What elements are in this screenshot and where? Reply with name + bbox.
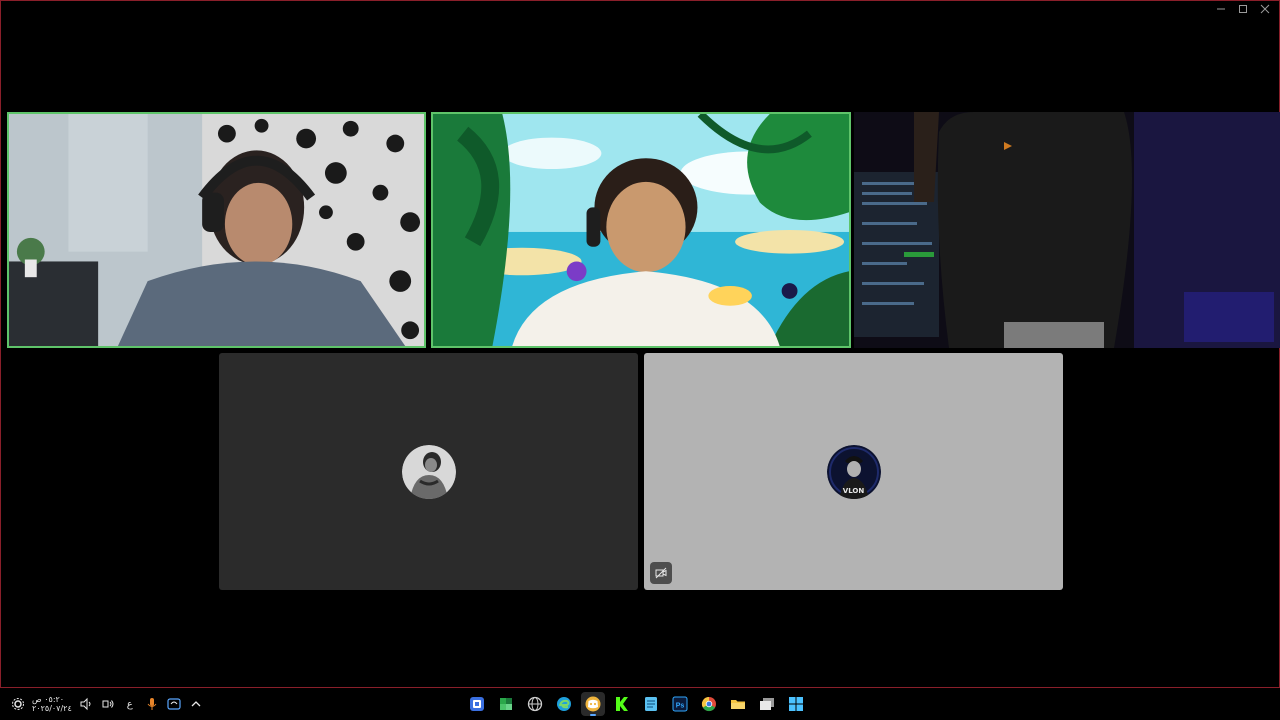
speaker-icon	[80, 697, 91, 711]
notepad-icon	[645, 697, 657, 711]
maximize-icon	[1239, 5, 1247, 13]
avatar-caption: VLON	[842, 486, 865, 495]
participant-avatar	[401, 444, 456, 499]
snip-icon	[500, 698, 512, 710]
camera-off-button[interactable]	[650, 562, 672, 584]
windows-start-icon	[789, 697, 803, 711]
kick-icon	[616, 697, 628, 711]
chevron-up-icon	[191, 701, 201, 707]
participant-video	[9, 114, 424, 346]
minimize-button[interactable]	[1213, 3, 1229, 15]
participant-video-tile[interactable]	[431, 112, 851, 348]
camera-off-icon	[655, 567, 667, 579]
globe-icon	[527, 696, 543, 712]
participant-video-tile[interactable]	[7, 112, 426, 348]
store-icon	[470, 697, 484, 711]
taskbar-apps: Ps	[465, 692, 808, 716]
participant-video-tile[interactable]	[854, 112, 1280, 348]
taskbar-app-store[interactable]	[465, 692, 489, 716]
sync-button[interactable]	[166, 696, 182, 712]
sync-icon	[167, 698, 181, 710]
minimize-icon	[1217, 8, 1225, 10]
microphone-icon	[147, 698, 157, 710]
taskbar-app-snip[interactable]	[494, 692, 518, 716]
taskbar-app-photoshop[interactable]: Ps	[668, 692, 692, 716]
taskbar-app-window[interactable]	[755, 692, 779, 716]
call-window: VLON	[0, 0, 1280, 688]
participant-avatar-tile[interactable]	[219, 353, 638, 590]
close-icon	[1260, 4, 1270, 14]
participant-avatar: VLON	[826, 444, 881, 499]
participant-video	[433, 114, 849, 346]
chrome-icon	[701, 696, 716, 712]
participant-avatar-tile[interactable]: VLON	[644, 353, 1063, 590]
taskbar-app-edge[interactable]	[552, 692, 576, 716]
edge-icon	[557, 697, 571, 711]
taskbar: ٠٥:٢٠ ص ٢٠٢٥/٠٧/٢٤ ع Ps	[0, 688, 1280, 720]
taskbar-app-notepad[interactable]	[639, 692, 663, 716]
taskbar-app-kick[interactable]	[610, 692, 634, 716]
close-button[interactable]	[1257, 3, 1273, 15]
svg-text:Ps: Ps	[676, 703, 685, 710]
discord-icon	[585, 696, 601, 712]
maximize-button[interactable]	[1235, 3, 1251, 15]
taskbar-app-globe[interactable]	[523, 692, 547, 716]
show-hidden-icons-button[interactable]	[188, 696, 204, 712]
photoshop-icon: Ps	[672, 696, 688, 712]
microphone-button[interactable]	[144, 696, 160, 712]
language-indicator[interactable]: ع	[122, 699, 138, 710]
taskbar-app-explorer[interactable]	[726, 692, 750, 716]
window-icon	[760, 698, 774, 710]
clock-date: ٢٠٢٥/٠٧/٢٤	[32, 704, 72, 713]
start-button[interactable]	[784, 692, 808, 716]
gear-icon	[12, 698, 24, 710]
system-tray: ٠٥:٢٠ ص ٢٠٢٥/٠٧/٢٤ ع	[10, 688, 204, 720]
folder-icon	[731, 700, 745, 709]
settings-tray-button[interactable]	[10, 696, 26, 712]
network-button[interactable]	[100, 696, 116, 712]
participant-video	[854, 112, 1280, 348]
clock[interactable]: ٠٥:٢٠ ص ٢٠٢٥/٠٧/٢٤	[32, 695, 72, 713]
taskbar-app-discord[interactable]	[581, 692, 605, 716]
taskbar-app-chrome[interactable]	[697, 692, 721, 716]
window-controls	[1213, 3, 1273, 15]
network-icon	[102, 700, 114, 708]
clock-time: ٠٥:٢٠ ص	[32, 695, 65, 704]
volume-button[interactable]	[78, 696, 94, 712]
